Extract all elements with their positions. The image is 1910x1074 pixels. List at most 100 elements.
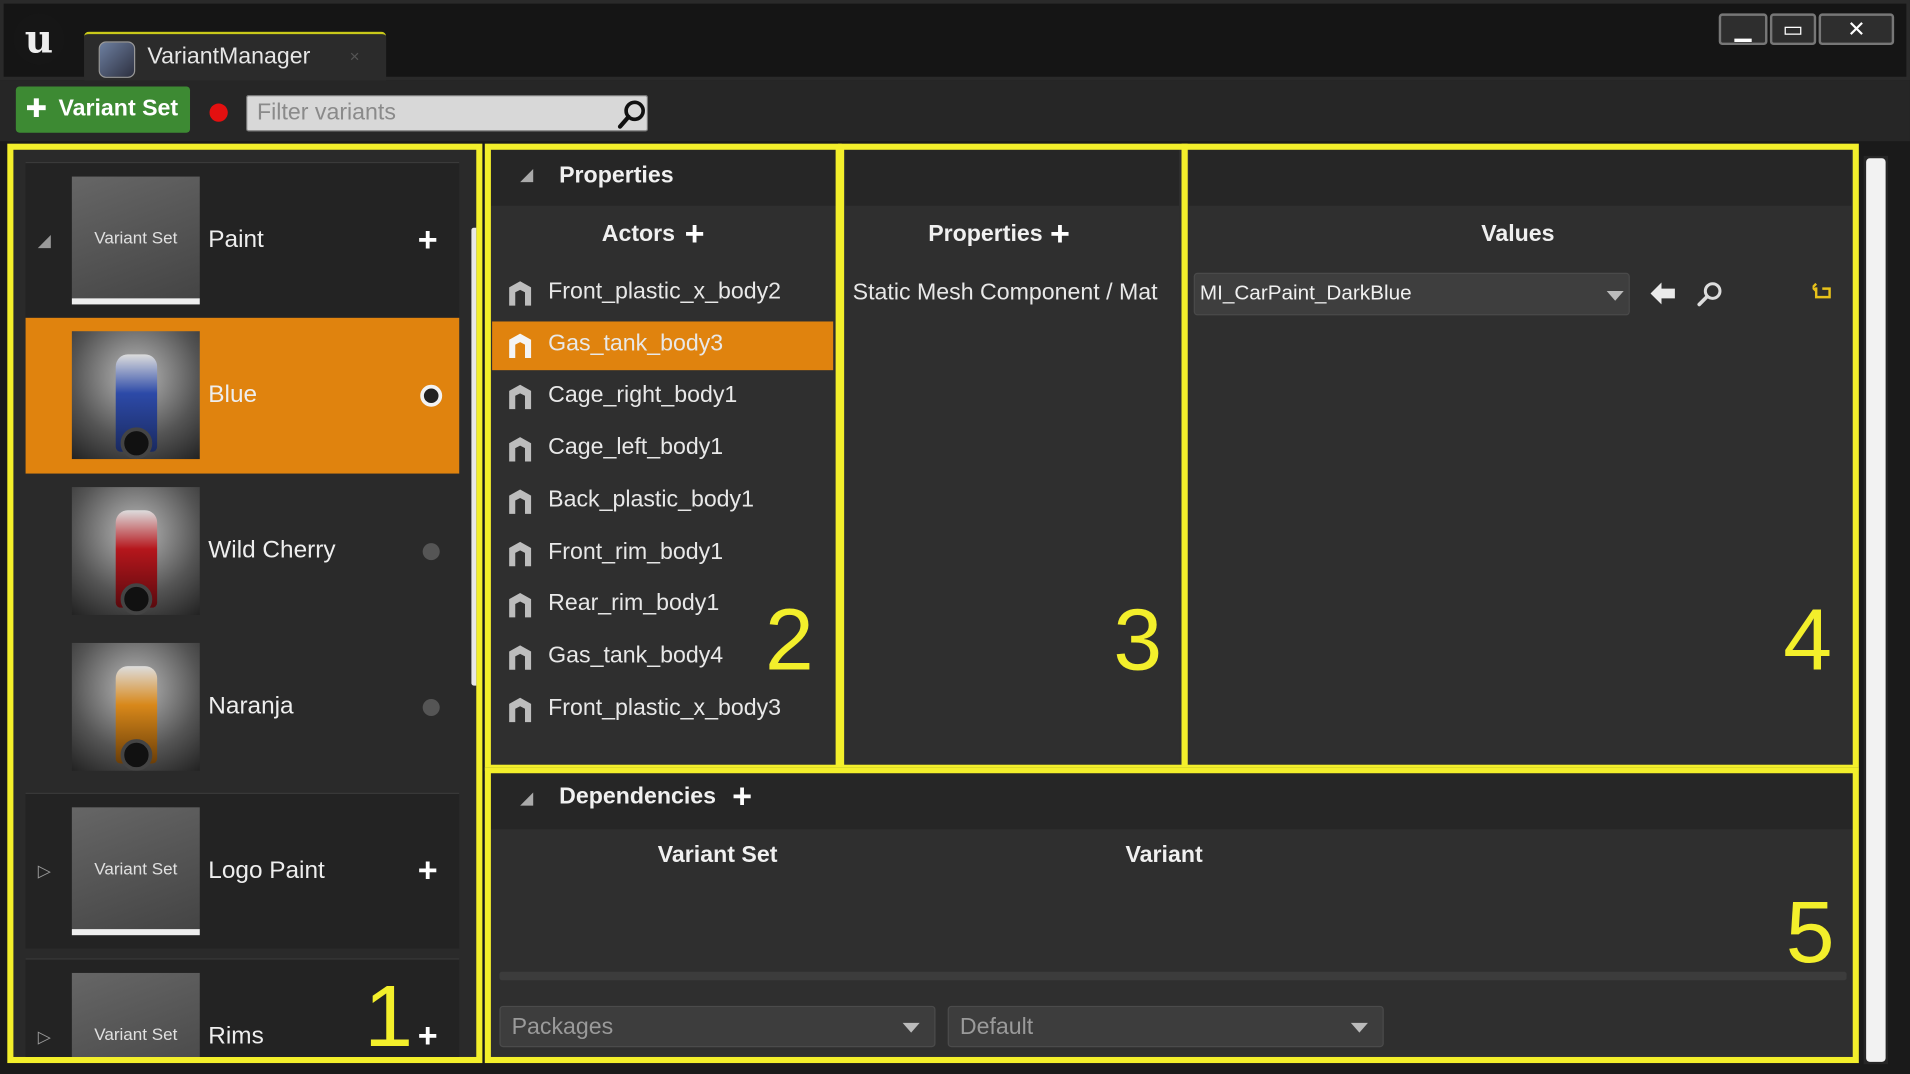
actor-row[interactable]: Front_plastic_x_body2 <box>492 269 833 318</box>
filter-box <box>246 94 649 132</box>
callout-5: 5 <box>1785 884 1835 982</box>
wheel-image <box>120 583 153 615</box>
dropdown-caret-icon <box>1350 1022 1368 1033</box>
add-variant-set-button[interactable]: ✚ Variant Set <box>15 86 191 133</box>
wheel-image <box>120 739 153 771</box>
variant-name: Blue <box>208 381 258 408</box>
tab-variant-manager[interactable]: VariantManager × <box>84 31 387 86</box>
tab-close-icon[interactable]: × <box>350 46 360 65</box>
search-icon[interactable] <box>615 96 649 130</box>
variant-set-thumbnail: Variant Set <box>71 807 200 936</box>
add-property-button[interactable]: + <box>1050 216 1077 250</box>
actor-row[interactable]: Cage_right_body1 <box>492 373 833 422</box>
actor-name: Gas_tank_body4 <box>548 642 724 669</box>
collapse-arrow-icon[interactable]: ◢ <box>38 230 51 251</box>
callout-4: 4 <box>1783 591 1833 690</box>
property-name: Static Mesh Component / Mat <box>852 280 1158 306</box>
variant-set-card-logo-paint[interactable]: ▷ Variant Set Logo Paint + <box>25 792 460 949</box>
static-mesh-actor-icon <box>509 489 532 514</box>
variant-set-name: Rims <box>208 1022 264 1050</box>
variant-inactive-radio[interactable] <box>422 698 440 717</box>
actor-name: Back_plastic_body1 <box>548 486 755 513</box>
expand-arrow-icon[interactable]: ▷ <box>38 1027 51 1048</box>
add-variant-button[interactable]: + <box>418 1019 445 1053</box>
actors-header: Actors <box>601 221 676 248</box>
static-mesh-actor-icon <box>509 333 532 358</box>
packages-combo-value: Packages <box>511 1014 614 1040</box>
browse-search-icon[interactable] <box>1696 279 1725 308</box>
actor-name: Cage_left_body1 <box>548 434 724 461</box>
actor-row[interactable]: Cage_left_body1 <box>492 425 833 474</box>
material-value: MI_CarPaint_DarkBlue <box>1199 281 1412 305</box>
variant-set-thumbnail: Variant Set <box>71 176 200 305</box>
static-mesh-actor-icon <box>509 697 532 722</box>
variant-name: Naranja <box>208 692 294 720</box>
variant-thumbnail <box>71 642 200 771</box>
actor-name: Cage_right_body1 <box>548 382 738 409</box>
main-scrollbar[interactable] <box>1863 155 1889 1065</box>
variant-active-radio[interactable] <box>420 384 443 407</box>
add-actor-button[interactable]: + <box>685 216 712 250</box>
variant-set-name: Logo Paint <box>208 857 325 885</box>
packages-combo[interactable]: Packages <box>499 1005 936 1048</box>
actor-row[interactable]: Front_plastic_x_body3 <box>492 685 833 734</box>
variant-set-name: Paint <box>208 226 264 254</box>
plus-icon: ✚ <box>25 94 48 123</box>
tab-title: VariantManager <box>147 43 311 70</box>
minimize-button[interactable]: ▁ <box>1718 13 1768 46</box>
add-variant-button[interactable]: + <box>418 853 445 887</box>
record-icon[interactable] <box>209 103 228 122</box>
variant-set-card-paint[interactable]: ◢ Variant Set Paint + <box>25 161 460 318</box>
horizontal-scrollbar[interactable] <box>499 971 1847 981</box>
variant-sets-scrollbar[interactable] <box>471 227 477 686</box>
values-header: Values <box>1481 221 1555 248</box>
variant-thumbnail <box>71 487 200 615</box>
property-row[interactable]: Static Mesh Component / Mat <box>845 265 1179 321</box>
use-selected-arrow-icon[interactable] <box>1647 278 1679 310</box>
callout-2: 2 <box>764 591 814 690</box>
variant-thumbnail <box>71 331 200 460</box>
static-mesh-actor-icon <box>509 281 532 306</box>
actor-name: Front_plastic_x_body2 <box>548 278 782 305</box>
callout-1: 1 <box>364 968 413 1064</box>
actor-name: Gas_tank_body3 <box>548 330 724 357</box>
variant-set-column-header: Variant Set <box>657 842 778 869</box>
actor-row[interactable]: Gas_tank_body3 <box>492 321 834 370</box>
title-bar: u VariantManager × ▁ ▭ ✕ <box>0 0 1910 86</box>
toolbar: ✚ Variant Set <box>0 80 1910 142</box>
filter-variants-input[interactable] <box>247 96 613 131</box>
default-combo[interactable]: Default <box>947 1005 1384 1048</box>
variant-row-wild-cherry[interactable]: Wild Cherry <box>25 473 460 630</box>
dropdown-caret-icon <box>1606 291 1624 301</box>
expand-arrow-icon[interactable]: ▷ <box>38 861 51 882</box>
actor-row[interactable]: Front_rim_body1 <box>492 529 833 578</box>
default-combo-value: Default <box>959 1014 1034 1040</box>
add-variant-button[interactable]: + <box>418 222 445 256</box>
static-mesh-actor-icon <box>509 541 532 566</box>
actor-name: Rear_rim_body1 <box>548 590 720 617</box>
static-mesh-actor-icon <box>509 437 532 462</box>
actor-name: Front_rim_body1 <box>548 538 724 565</box>
unreal-logo-icon: u <box>13 13 65 65</box>
close-button[interactable]: ✕ <box>1818 13 1895 46</box>
actor-row[interactable]: Back_plastic_body1 <box>492 477 833 526</box>
variant-set-thumbnail: Variant Set <box>71 972 200 1057</box>
variant-manager-window: u VariantManager × ▁ ▭ ✕ ✚ Variant Set ◢ <box>0 0 1910 1074</box>
static-mesh-actor-icon <box>509 385 532 410</box>
variant-name: Wild Cherry <box>208 537 336 564</box>
variant-inactive-radio[interactable] <box>422 543 440 561</box>
dropdown-caret-icon <box>902 1022 920 1033</box>
variant-row-naranja[interactable]: Naranja <box>25 629 460 786</box>
reset-to-default-icon[interactable] <box>1812 282 1835 305</box>
add-variant-set-label: Variant Set <box>58 96 179 122</box>
variant-row-blue[interactable]: Blue <box>25 317 460 474</box>
properties-column-header: Properties <box>928 221 1043 248</box>
variant-column-header: Variant <box>1125 842 1203 869</box>
material-value-dropdown[interactable]: MI_CarPaint_DarkBlue <box>1193 272 1630 316</box>
callout-3: 3 <box>1113 591 1163 690</box>
maximize-button[interactable]: ▭ <box>1769 13 1817 46</box>
variant-sets-panel: ◢ Variant Set Paint + Blue Wild Cherry N… <box>7 143 483 1064</box>
static-mesh-actor-icon <box>509 593 532 618</box>
wheel-image <box>120 427 153 460</box>
main-scrollbar-thumb[interactable] <box>1866 158 1886 1062</box>
